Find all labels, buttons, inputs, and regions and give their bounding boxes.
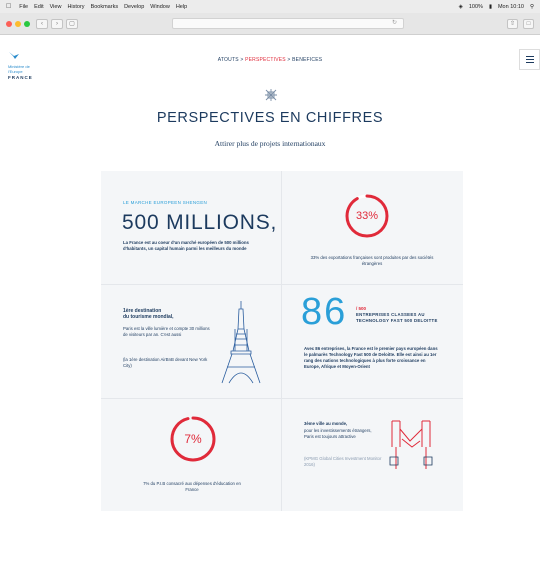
breadcrumb-atouts[interactable]: ATOUTS	[218, 57, 239, 63]
exports-text: 33% des exportations françaises sont pro…	[310, 255, 434, 266]
logo-line-3: FRANCE	[8, 75, 33, 81]
deloitte-figure: 86	[301, 291, 348, 333]
hamburger-menu-button[interactable]	[519, 49, 540, 70]
stat-exports: 33% 33% des exportations françaises sont…	[282, 171, 462, 283]
stat-market: LE MARCHE EUROPEEN SHENGEN 500 MILLIONS,…	[101, 171, 281, 283]
deloitte-text: Avec 86 entreprises, la France est le pr…	[304, 346, 438, 369]
sidebar-toggle-icon[interactable]: ▢	[66, 18, 78, 29]
address-bar[interactable]: ↻	[172, 18, 404, 29]
tourism-text-2: (la 1ère destination AirBnB devant New Y…	[123, 357, 208, 368]
browser-toolbar: ‹ › ▢ ↻ ⇧ □	[0, 13, 540, 35]
page-subtitle: Attirer plus de projets internationaux	[214, 139, 326, 148]
battery-percent: 100%	[468, 3, 483, 10]
exports-percent: 33%	[355, 210, 379, 222]
eiffel-tower-icon	[221, 301, 261, 384]
education-ring: 7%	[169, 415, 217, 463]
spotlight-icon[interactable]: ⚲	[530, 4, 534, 10]
menu-window[interactable]: Window	[150, 4, 170, 10]
education-text: 7% du P.I.B consacré aux dépenses d'éduc…	[143, 481, 241, 492]
decorative-star-icon	[265, 89, 277, 101]
wifi-icon[interactable]: ◈	[459, 4, 463, 10]
education-percent: 7%	[184, 432, 202, 446]
market-figure: 500 MILLIONS,	[122, 211, 278, 234]
breadcrumb: ATOUTS > PERSPECTIVES > BENEFICES	[0, 57, 540, 63]
web-page: Ministère de l'Europe FRANCE ATOUTS > PE…	[0, 36, 540, 564]
menu-help[interactable]: Help	[176, 4, 187, 10]
menu-history[interactable]: History	[67, 4, 84, 10]
market-text: La France est au coeur d'un marché europ…	[123, 240, 249, 251]
handshake-icon	[389, 420, 433, 469]
menu-bookmarks[interactable]: Bookmarks	[91, 4, 119, 10]
deloitte-label: ENTREPRISES CLASSEES AU TECHNOLOGY FAST …	[356, 312, 438, 323]
mac-menubar:  File Edit View History Bookmarks Devel…	[0, 0, 540, 13]
menu-view[interactable]: View	[50, 4, 62, 10]
battery-icon[interactable]: ▮	[489, 4, 492, 10]
share-icon[interactable]: ⇧	[507, 18, 518, 29]
zoom-window-icon[interactable]	[24, 20, 30, 27]
menu-edit[interactable]: Edit	[34, 4, 43, 10]
forward-button[interactable]: ›	[51, 18, 63, 29]
stat-investment: 3ème ville au monde, pour les investisse…	[282, 399, 462, 511]
logo-line-2: l'Europe	[8, 68, 23, 74]
tabs-icon[interactable]: □	[523, 18, 534, 29]
hamburger-bar	[525, 58, 534, 61]
investment-source: (KPMG Global Cities Investment Monitor 2…	[304, 456, 382, 467]
page-title: PERSPECTIVES EN CHIFFRES	[156, 110, 384, 126]
clock[interactable]: Mon 10:10	[498, 4, 524, 10]
stat-deloitte: 86 / 500 ENTREPRISES CLASSEES AU TECHNOL…	[282, 285, 462, 397]
stats-grid: LE MARCHE EUROPEEN SHENGEN 500 MILLIONS,…	[101, 171, 463, 511]
hamburger-bar	[525, 61, 534, 64]
stat-education: 7% 7% du P.I.B consacré aux dépenses d'é…	[101, 399, 281, 511]
back-button[interactable]: ‹	[36, 18, 48, 29]
exports-ring: 33%	[344, 193, 390, 239]
close-window-icon[interactable]	[6, 20, 12, 27]
minimize-window-icon[interactable]	[15, 20, 21, 27]
breadcrumb-benefices[interactable]: BENEFICES	[292, 57, 322, 63]
reload-icon[interactable]: ↻	[392, 20, 397, 26]
tourism-heading-2: du tourisme mondial,	[123, 314, 174, 320]
breadcrumb-perspectives[interactable]: PERSPECTIVES	[245, 57, 286, 63]
stat-tourism: 1ère destination du tourisme mondial, Pa…	[101, 285, 281, 397]
investment-heading: 3ème ville au monde,	[304, 421, 348, 426]
hamburger-bar	[525, 55, 534, 58]
site-logo[interactable]: Ministère de l'Europe FRANCE	[8, 47, 52, 80]
market-label: LE MARCHE EUROPEEN SHENGEN	[123, 200, 208, 205]
investment-text: pour les investissements étrangers, Pari…	[304, 428, 372, 439]
menu-file[interactable]: File	[19, 4, 28, 10]
deloitte-over: / 500	[356, 306, 367, 311]
tourism-text-1: Paris est la ville lumière et compte 30 …	[123, 326, 210, 337]
menu-develop[interactable]: Develop	[124, 4, 144, 10]
apple-icon[interactable]: 	[6, 3, 11, 10]
